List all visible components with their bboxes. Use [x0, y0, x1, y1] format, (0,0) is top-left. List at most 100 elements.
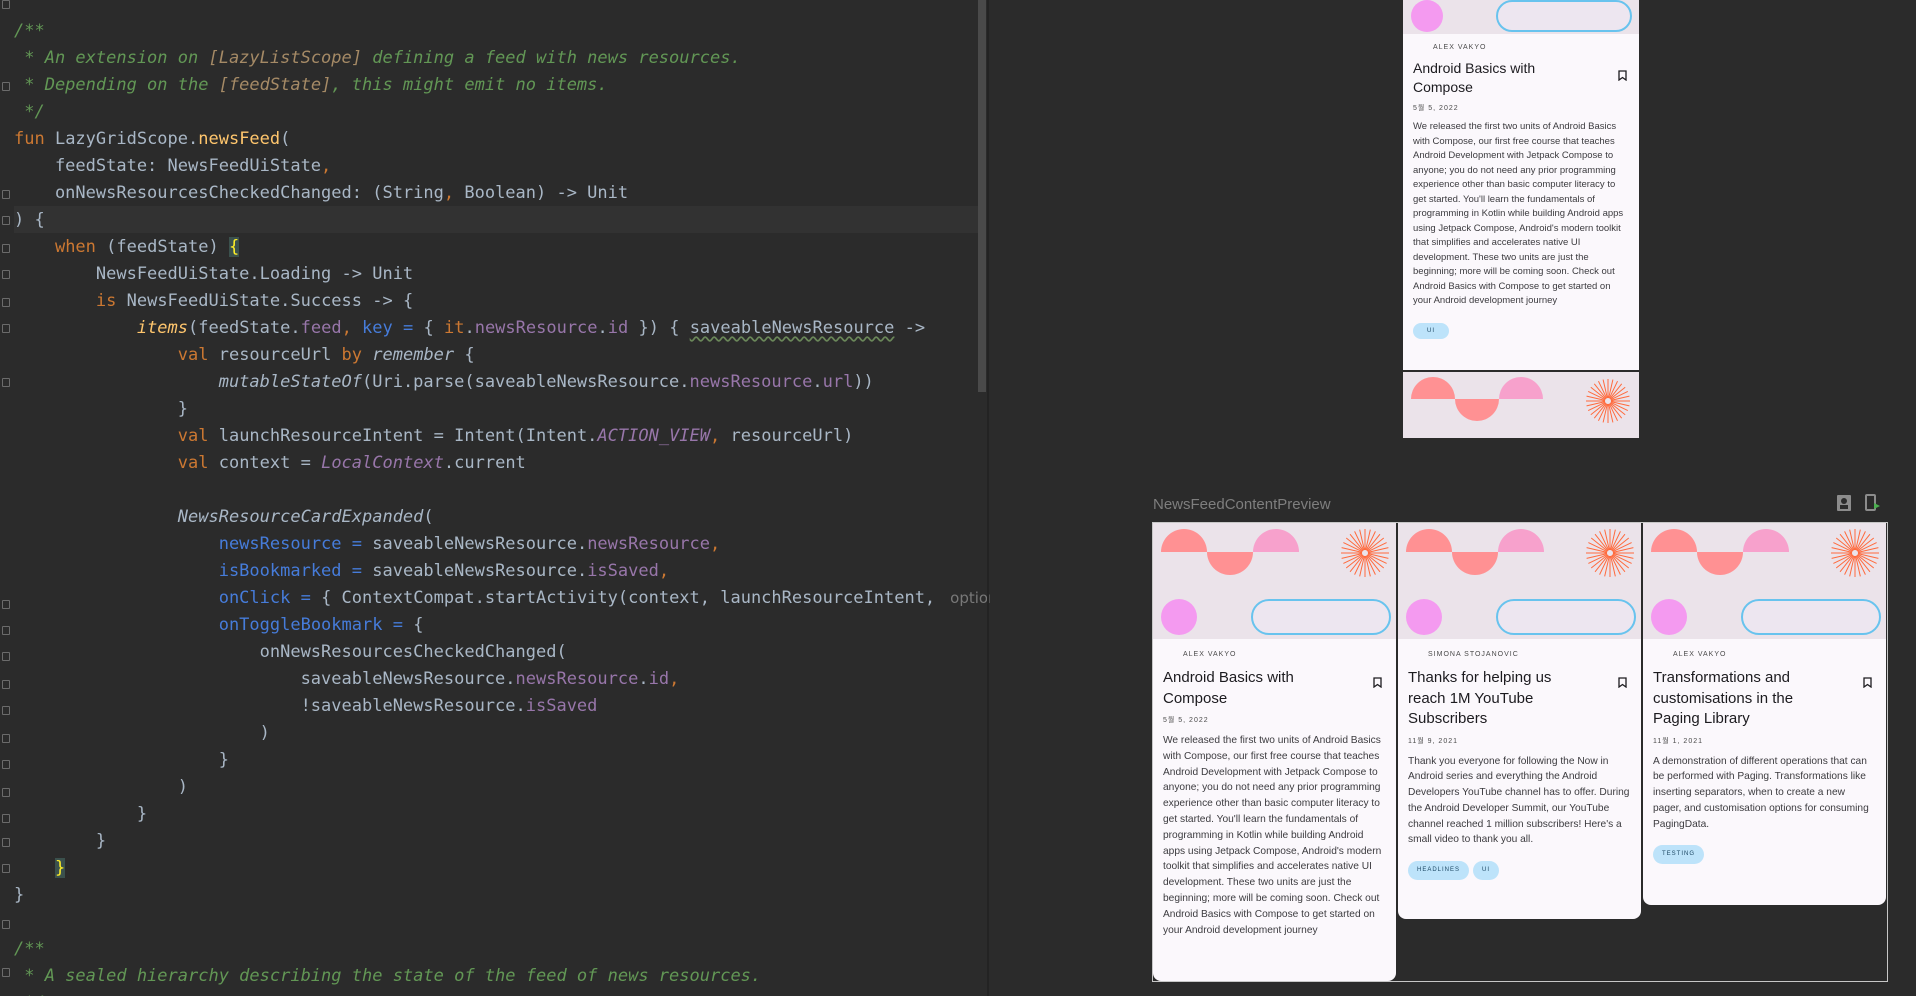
- code-token: url: [822, 372, 854, 392]
- code-line[interactable]: }: [14, 396, 990, 423]
- card-body: We released the first two units of Andro…: [1413, 121, 1624, 306]
- bookmark-icon[interactable]: [1618, 677, 1627, 688]
- code-line[interactable]: }: [14, 882, 990, 909]
- fold-marker[interactable]: [2, 734, 10, 743]
- code-line[interactable]: */: [14, 99, 990, 126]
- code-line[interactable]: onNewsResourcesCheckedChanged: (String, …: [14, 180, 990, 207]
- topic-chip[interactable]: UI: [1473, 861, 1500, 881]
- preview-device-icon[interactable]: [1835, 494, 1853, 512]
- code-line[interactable]: /**: [14, 936, 990, 963]
- code-line[interactable]: NewsFeedUiState.Loading -> Unit: [14, 261, 990, 288]
- code-line[interactable]: */: [14, 990, 990, 996]
- bookmark-icon[interactable]: [1863, 677, 1872, 688]
- follow-button[interactable]: [1496, 0, 1632, 32]
- code-line[interactable]: /**: [14, 18, 990, 45]
- code-token: ,: [710, 426, 731, 446]
- bookmark-icon[interactable]: [1618, 70, 1627, 81]
- code-token: )): [853, 372, 874, 392]
- news-card[interactable]: SIMONA STOJANOVIC Thanks for helping us …: [1398, 523, 1641, 919]
- topic-chip[interactable]: HEADLINES: [1408, 861, 1470, 881]
- code-lines[interactable]: /** * An extension on [LazyListScope] de…: [14, 18, 990, 996]
- code-line[interactable]: mutableStateOf(Uri.parse(saveableNewsRes…: [14, 369, 990, 396]
- code-line[interactable]: * An extension on [LazyListScope] defini…: [14, 45, 990, 72]
- code-line[interactable]: onClick = { ContextCompat.startActivity(…: [14, 585, 990, 612]
- code-line[interactable]: val launchResourceIntent = Intent(Intent…: [14, 423, 990, 450]
- bookmark-icon[interactable]: [1373, 677, 1382, 688]
- fold-marker[interactable]: [2, 652, 10, 661]
- news-card[interactable]: ALEX VAKYO Transformations and customisa…: [1643, 523, 1886, 905]
- fold-marker[interactable]: [2, 270, 10, 279]
- fold-marker[interactable]: [2, 680, 10, 689]
- code-token: }: [14, 804, 148, 824]
- fold-marker[interactable]: [2, 216, 10, 225]
- code-line[interactable]: [14, 909, 990, 936]
- code-line[interactable]: }: [14, 828, 990, 855]
- code-line[interactable]: saveableNewsResource.newsResource.id,: [14, 666, 990, 693]
- fold-marker[interactable]: [2, 378, 10, 387]
- code-token: fun: [14, 129, 55, 149]
- code-line[interactable]: items(feedState.feed, key = { it.newsRes…: [14, 315, 990, 342]
- code-line[interactable]: feedState: NewsFeedUiState,: [14, 153, 990, 180]
- card-topics: HEADLINES UI: [1408, 858, 1631, 881]
- fold-marker[interactable]: [2, 0, 10, 9]
- code-line[interactable]: NewsResourceCardExpanded(: [14, 504, 990, 531]
- news-card-top-next[interactable]: [1403, 372, 1639, 438]
- topic-chip[interactable]: TESTING: [1653, 845, 1705, 865]
- code-line[interactable]: when (feedState) {: [14, 234, 990, 261]
- topic-chip[interactable]: UI: [1413, 322, 1449, 339]
- code-token: onClick: [218, 588, 301, 608]
- fold-marker[interactable]: [2, 626, 10, 635]
- code-line[interactable]: is NewsFeedUiState.Success -> {: [14, 288, 990, 315]
- card-author: ALEX VAKYO: [1433, 44, 1487, 51]
- code-line[interactable]: onToggleBookmark = {: [14, 612, 990, 639]
- code-editor[interactable]: /** * An extension on [LazyListScope] de…: [0, 0, 990, 996]
- code-token: [LazyListScope]: [208, 48, 362, 68]
- follow-button[interactable]: [1741, 599, 1881, 635]
- code-line[interactable]: isBookmarked = saveableNewsResource.isSa…: [14, 558, 990, 585]
- code-token: context =: [218, 453, 322, 473]
- code-line[interactable]: newsResource = saveableNewsResource.news…: [14, 531, 990, 558]
- fold-marker[interactable]: [2, 706, 10, 715]
- fold-marker[interactable]: [2, 838, 10, 847]
- code-line[interactable]: val resourceUrl by remember {: [14, 342, 990, 369]
- fold-marker[interactable]: [2, 190, 10, 199]
- fold-marker[interactable]: [2, 920, 10, 929]
- code-line[interactable]: ) {: [14, 207, 990, 234]
- code-line[interactable]: * Depending on the [feedState], this mig…: [14, 72, 990, 99]
- code-line[interactable]: }: [14, 801, 990, 828]
- fold-marker[interactable]: [2, 814, 10, 823]
- code-line[interactable]: !saveableNewsResource.isSaved: [14, 693, 990, 720]
- deploy-preview-icon[interactable]: [1863, 494, 1881, 512]
- fold-marker[interactable]: [2, 968, 10, 977]
- fold-marker[interactable]: [2, 324, 10, 333]
- editor-scrollbar[interactable]: [978, 0, 986, 392]
- code-line[interactable]: val context = LocalContext.current: [14, 450, 990, 477]
- follow-button[interactable]: [1251, 599, 1391, 635]
- code-line[interactable]: [14, 477, 990, 504]
- code-line[interactable]: fun LazyGridScope.newsFeed(: [14, 126, 990, 153]
- code-line[interactable]: }: [14, 747, 990, 774]
- code-line[interactable]: * A sealed hierarchy describing the stat…: [14, 963, 990, 990]
- fold-marker[interactable]: [2, 788, 10, 797]
- code-token: ACTION_VIEW: [597, 426, 711, 446]
- fold-marker[interactable]: [2, 82, 10, 91]
- news-card-top[interactable]: ALEX VAKYO Android Basics with Compose 5…: [1403, 0, 1639, 370]
- code-token: mutableStateOf: [218, 372, 362, 392]
- fold-marker[interactable]: [2, 864, 10, 873]
- code-token: ->: [894, 318, 926, 338]
- fold-marker[interactable]: [2, 298, 10, 307]
- split-divider[interactable]: [987, 0, 989, 996]
- fold-marker[interactable]: [2, 760, 10, 769]
- fold-marker[interactable]: [2, 244, 10, 253]
- code-line[interactable]: onNewsResourcesCheckedChanged(: [14, 639, 990, 666]
- code-line[interactable]: }: [14, 855, 990, 882]
- code-line[interactable]: ): [14, 720, 990, 747]
- code-token: * An extension on: [14, 48, 209, 68]
- follow-button[interactable]: [1496, 599, 1636, 635]
- code-line[interactable]: ): [14, 774, 990, 801]
- news-card[interactable]: ALEX VAKYO Android Basics with Compose 5…: [1153, 523, 1396, 981]
- fold-marker[interactable]: [2, 600, 10, 609]
- card-body: A demonstration of different operations …: [1653, 755, 1869, 830]
